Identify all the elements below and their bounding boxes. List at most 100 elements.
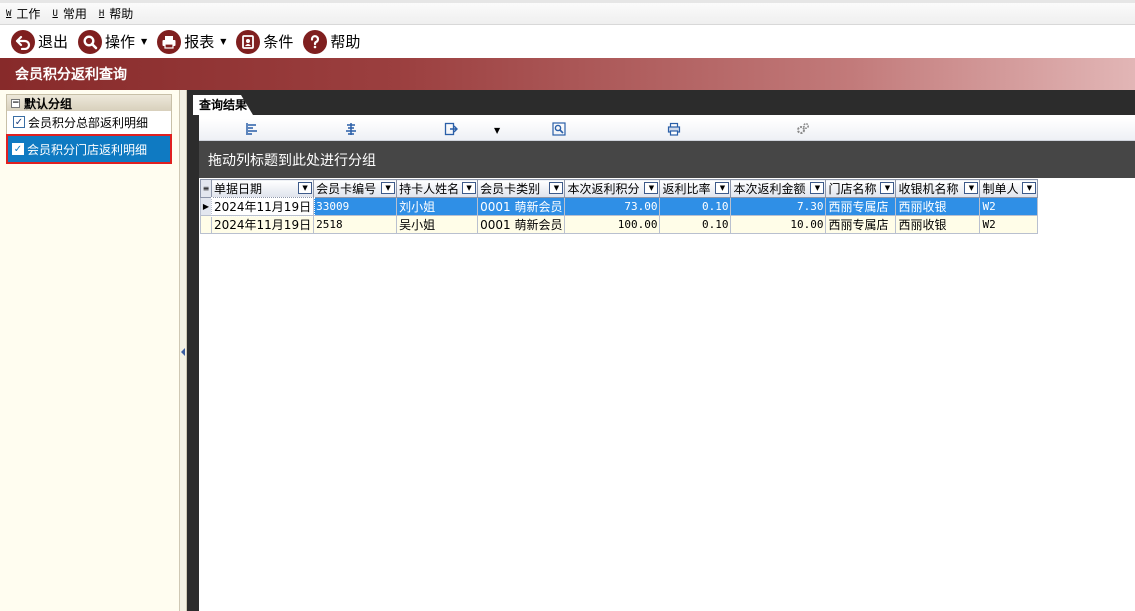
table-cell[interactable]: 100.00: [564, 215, 661, 234]
column-header-label: 本次返利积分: [567, 182, 640, 196]
table-cell[interactable]: W2: [979, 215, 1039, 234]
table-cell[interactable]: 刘小姐: [396, 197, 479, 216]
condition-label: 条件: [263, 33, 294, 51]
row-indicator-header[interactable]: ≡: [200, 179, 212, 198]
print-icon[interactable]: [667, 122, 681, 136]
column-header[interactable]: 本次返利积分 ▼: [564, 179, 661, 198]
table-row[interactable]: ▶ 2024年11月19日 33009 刘小姐 0001 萌新会员 73.00 …: [200, 196, 1039, 217]
menu-bar: W 工作 U 常用 H 帮助: [0, 0, 1135, 25]
export-icon[interactable]: [444, 122, 458, 136]
filter-dropdown-icon[interactable]: ▼: [880, 182, 895, 194]
menu-work[interactable]: W 工作: [6, 5, 40, 22]
menu-work-key: W: [6, 8, 12, 19]
condition-button[interactable]: 条件: [236, 28, 293, 56]
contact-card-icon: [236, 29, 261, 54]
column-header[interactable]: 会员卡类别 ▼: [477, 179, 566, 198]
menu-work-label: 工作: [16, 7, 41, 21]
column-header[interactable]: 返利比率 ▼: [659, 179, 732, 198]
exit-label: 退出: [38, 33, 69, 51]
grid-toolbar: ▼: [199, 119, 1135, 141]
column-header-label: 返利比率: [662, 182, 711, 196]
settings-gear-icon[interactable]: [796, 122, 810, 136]
column-header-label: 单据日期: [214, 182, 263, 196]
group-by-hint: 拖动列标题到此处进行分组: [208, 152, 376, 169]
column-header[interactable]: 门店名称 ▼: [825, 179, 897, 198]
filter-dropdown-icon[interactable]: ▼: [964, 182, 979, 194]
table-cell[interactable]: 2024年11月19日: [210, 215, 315, 234]
list-item-store-rebate[interactable]: ✓ 会员积分门店返利明细: [6, 134, 172, 164]
operate-dropdown-icon[interactable]: ▼: [141, 37, 147, 46]
table-cell[interactable]: 0001 萌新会员: [477, 197, 566, 216]
collapse-icon[interactable]: −: [11, 98, 20, 108]
operate-button[interactable]: 操作 ▼: [78, 28, 147, 56]
column-header[interactable]: 会员卡编号 ▼: [313, 179, 398, 198]
exit-icon: [11, 29, 35, 54]
filter-dropdown-icon[interactable]: ▼: [1022, 182, 1037, 194]
menu-help-key: H: [98, 8, 105, 19]
operate-label: 操作: [105, 33, 136, 51]
main-toolbar: 退出 操作 ▼ 报表 ▼ 条件 帮助: [0, 25, 1135, 58]
table-cell[interactable]: 33009: [313, 197, 398, 216]
table-cell[interactable]: 西丽收银: [895, 197, 981, 216]
column-header[interactable]: 制单人 ▼: [979, 179, 1039, 198]
checkbox-icon[interactable]: ✓: [13, 116, 25, 128]
column-header-label: 会员卡编号: [316, 182, 377, 196]
column-header[interactable]: 收银机名称 ▼: [895, 179, 981, 198]
question-icon: [303, 29, 328, 54]
filter-dropdown-icon[interactable]: ▼: [715, 182, 730, 194]
filter-dropdown-icon[interactable]: ▼: [298, 182, 313, 194]
filter-dropdown-icon[interactable]: ▼: [810, 182, 825, 194]
column-header[interactable]: 本次返利金额 ▼: [730, 179, 827, 198]
table-cell[interactable]: 2024年11月19日: [210, 196, 315, 217]
table-cell[interactable]: 10.00: [730, 215, 827, 234]
list-item-label: 会员积分门店返利明细: [27, 142, 148, 157]
menu-common-label: 常用: [62, 7, 87, 21]
table-cell[interactable]: W2: [979, 197, 1039, 216]
report-label: 报表: [184, 33, 215, 51]
filter-dropdown-icon[interactable]: ▼: [644, 182, 659, 194]
collapse-arrow-icon[interactable]: [181, 348, 185, 356]
menu-help-label: 帮助: [109, 7, 134, 21]
filter-dropdown-icon[interactable]: ▼: [549, 182, 564, 194]
exit-button[interactable]: 退出: [11, 28, 68, 56]
left-panel: − 默认分组 ✓ 会员积分总部返利明细 ✓ 会员积分门店返利明细: [0, 90, 186, 611]
column-header[interactable]: 持卡人姓名 ▼: [396, 179, 479, 198]
panel-splitter[interactable]: [179, 90, 187, 611]
filter-dropdown-icon[interactable]: ▼: [462, 182, 477, 194]
table-cell[interactable]: 73.00: [564, 197, 661, 216]
table-cell[interactable]: 0001 萌新会员: [477, 215, 566, 234]
group-by-panel[interactable]: 拖动列标题到此处进行分组: [199, 141, 1135, 178]
table-cell[interactable]: 西丽专属店: [825, 197, 897, 216]
page-title-banner: 会员积分返利查询: [0, 58, 1135, 90]
export-dropdown-icon[interactable]: ▼: [494, 126, 500, 135]
find-icon[interactable]: [552, 122, 566, 136]
checkbox-icon[interactable]: ✓: [12, 143, 24, 155]
current-row-indicator-icon[interactable]: ▶: [200, 197, 212, 216]
filter-dropdown-icon[interactable]: ▼: [381, 182, 396, 194]
menu-help[interactable]: H 帮助: [99, 5, 133, 22]
table-cell[interactable]: 7.30: [730, 197, 827, 216]
tab-query-results[interactable]: 查询结果: [193, 95, 253, 115]
table-cell[interactable]: 0.10: [659, 197, 732, 216]
column-header[interactable]: 单据日期 ▼: [210, 179, 315, 198]
table-header-row: ≡ 单据日期 ▼ 会员卡编号 ▼ 持卡人姓名 ▼ 会员卡类别 ▼ 本次返利积分 ▼ 返利比…: [200, 179, 1039, 198]
report-button[interactable]: 报表 ▼: [157, 28, 226, 56]
list-item-hq-rebate[interactable]: ✓ 会员积分总部返利明细: [7, 111, 171, 133]
page-title: 会员积分返利查询: [15, 67, 127, 83]
help-button[interactable]: 帮助: [303, 28, 360, 56]
report-dropdown-icon[interactable]: ▼: [220, 37, 226, 46]
table-cell[interactable]: 吴小姐: [396, 215, 479, 234]
column-header-label: 持卡人姓名: [399, 182, 460, 196]
table-cell[interactable]: 西丽专属店: [825, 215, 897, 234]
table-cell[interactable]: 西丽收银: [895, 215, 981, 234]
align-left-icon[interactable]: [245, 122, 259, 136]
search-icon: [78, 29, 103, 54]
table-cell[interactable]: 0.10: [659, 215, 732, 234]
column-header-label: 门店名称: [828, 182, 877, 196]
menu-common[interactable]: U 常用: [52, 5, 86, 22]
table-cell[interactable]: 2518: [313, 215, 398, 234]
row-indicator[interactable]: [200, 215, 212, 234]
align-center-icon[interactable]: [344, 122, 358, 136]
group-header[interactable]: − 默认分组: [7, 95, 171, 111]
table-row[interactable]: 2024年11月19日 2518 吴小姐 0001 萌新会员 100.00 0.…: [200, 215, 1039, 234]
